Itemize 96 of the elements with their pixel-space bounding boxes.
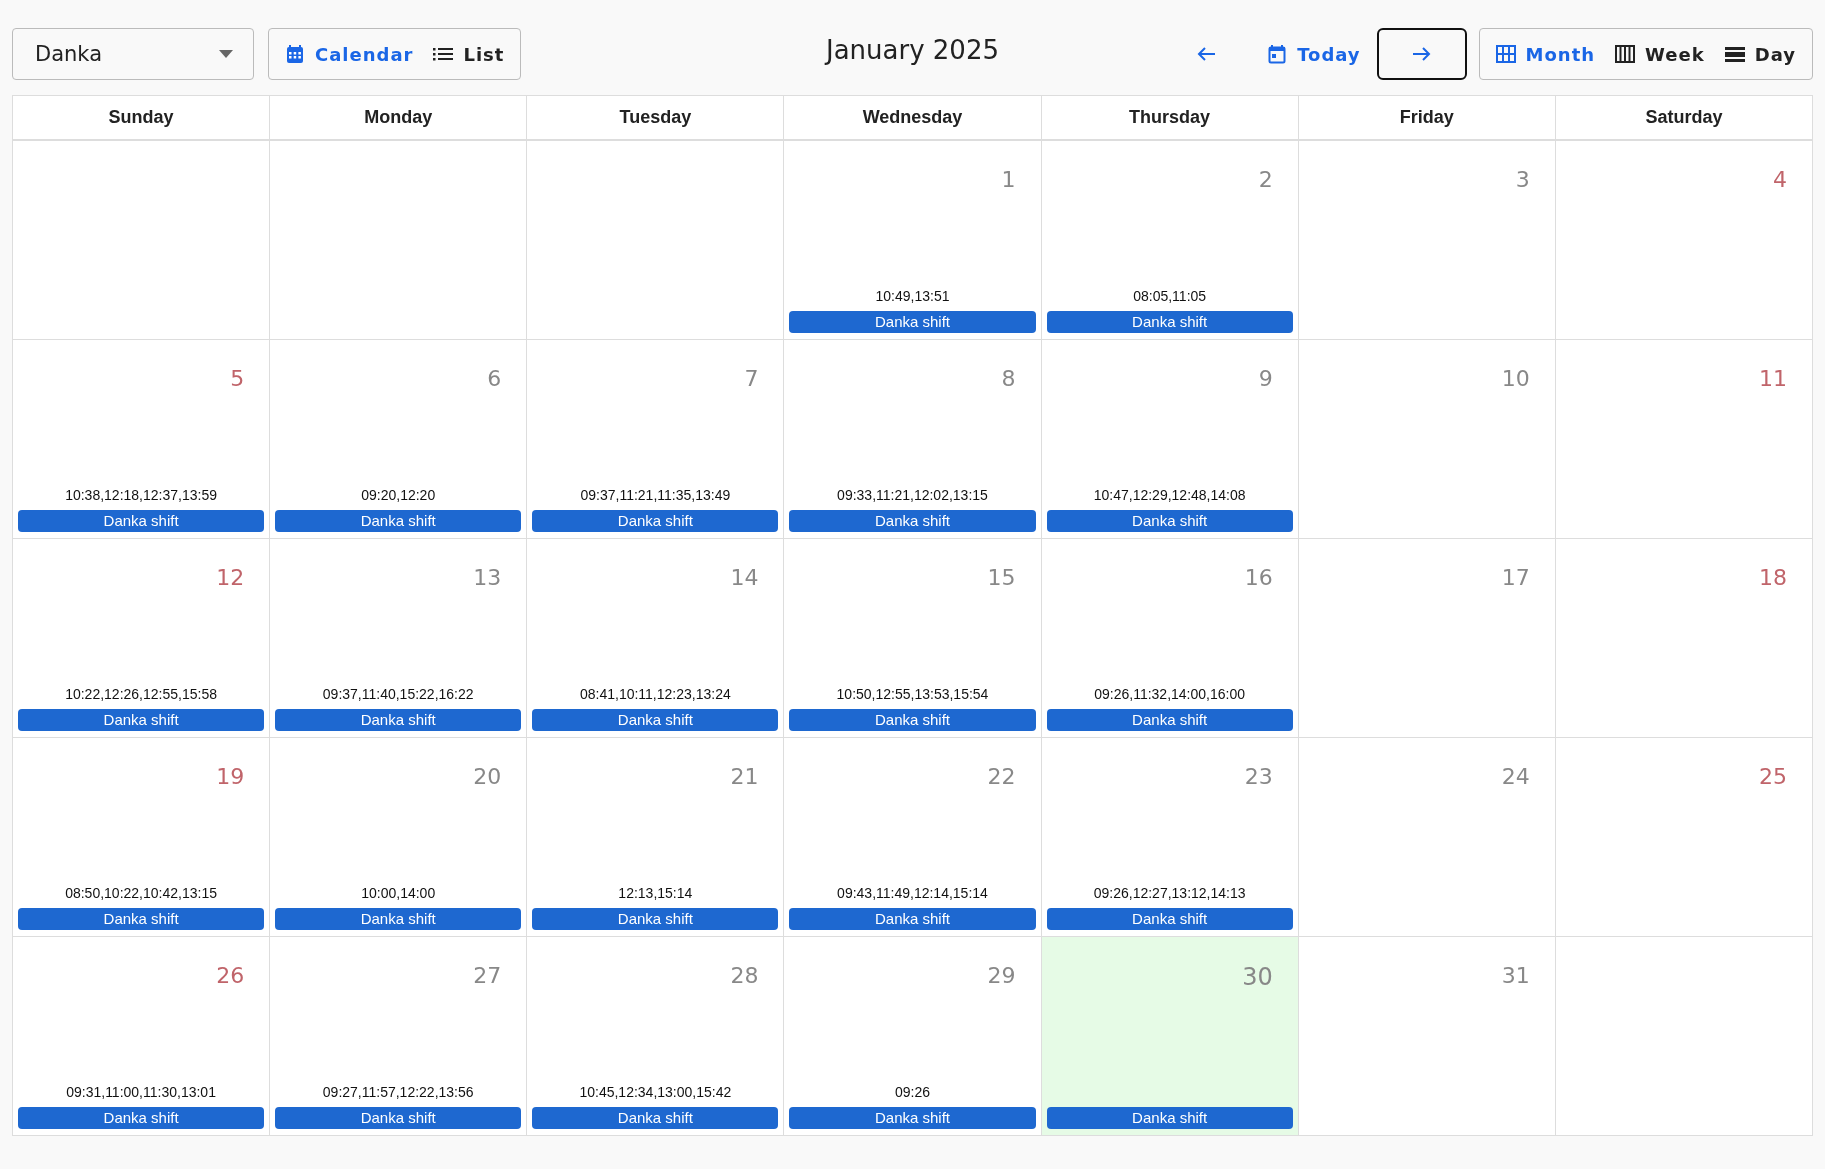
shift-event[interactable]: Danka shift xyxy=(532,709,779,731)
clock-times: 08:05,11:05 xyxy=(1132,288,1208,304)
day-number: 20 xyxy=(473,763,503,789)
clock-times: 09:37,11:40,15:22,16:22 xyxy=(321,686,475,702)
day-number: 18 xyxy=(1759,564,1788,590)
shift-event[interactable]: Danka shift xyxy=(18,1107,265,1129)
clock-times: 10:38,12:18,12:37,13:59 xyxy=(64,487,218,503)
day-number: 4 xyxy=(1773,166,1788,192)
next-button[interactable] xyxy=(1376,28,1467,80)
clock-times: 09:26,12:27,13:12,14:13 xyxy=(1092,885,1247,901)
shift-event[interactable]: Danka shift xyxy=(789,709,1036,731)
day-number: 13 xyxy=(473,564,503,590)
month-title: January 2025 xyxy=(826,35,999,65)
calendar-icon xyxy=(285,44,305,64)
shift-event[interactable]: Danka shift xyxy=(1046,1107,1293,1129)
day-number: 8 xyxy=(1001,365,1017,391)
day-number: 24 xyxy=(1501,763,1531,789)
left-arrow-icon xyxy=(1196,46,1217,62)
clock-times: 08:41,10:11,12:23,13:24 xyxy=(578,686,732,702)
today-button[interactable]: Today xyxy=(1263,35,1365,73)
weekday-header: Wednesday xyxy=(784,96,1042,141)
day-number: 16 xyxy=(1244,564,1274,590)
day-number: 25 xyxy=(1759,763,1788,789)
day-number: 3 xyxy=(1515,166,1531,192)
day-number: 22 xyxy=(987,763,1017,789)
day-number: 11 xyxy=(1759,365,1788,391)
grid-icon xyxy=(1495,45,1516,63)
clock-times: 09:27,11:57,12:22,13:56 xyxy=(321,1084,475,1100)
day-number: 6 xyxy=(487,365,503,391)
weekday-header: Saturday xyxy=(1555,96,1813,141)
clock-times: 09:33,11:21,12:02,13:15 xyxy=(836,487,989,503)
month-range-button[interactable]: Month xyxy=(1485,35,1606,73)
day-number: 15 xyxy=(987,564,1017,590)
day-number: 26 xyxy=(216,962,246,988)
calendar-icon xyxy=(1267,44,1288,64)
clock-times: 09:26 xyxy=(893,1084,931,1100)
caret-icon xyxy=(219,50,233,58)
shift-event[interactable]: Danka shift xyxy=(18,908,265,930)
day-number: 7 xyxy=(744,365,760,391)
shift-event[interactable]: Danka shift xyxy=(18,510,265,532)
clock-times: 10:47,12:29,12:48,14:08 xyxy=(1092,487,1247,503)
day-number: 23 xyxy=(1244,763,1274,789)
week-range-button[interactable]: Week xyxy=(1605,35,1715,73)
clock-times: 09:37,11:21,11:35,13:49 xyxy=(579,487,732,503)
shift-event[interactable]: Danka shift xyxy=(789,1107,1036,1129)
shift-event[interactable]: Danka shift xyxy=(532,510,779,532)
shift-event[interactable]: Danka shift xyxy=(1046,311,1293,333)
shift-event[interactable]: Danka shift xyxy=(18,709,265,731)
clock-times: 09:20,12:20 xyxy=(360,487,437,503)
shift-event[interactable]: Danka shift xyxy=(1046,908,1293,930)
day-number: 31 xyxy=(1501,962,1531,988)
list-view-button[interactable]: List xyxy=(423,35,515,73)
day-number: 12 xyxy=(216,564,246,590)
shift-event[interactable]: Danka shift xyxy=(275,510,522,532)
clock-times: 09:31,11:00,11:30,13:01 xyxy=(65,1084,217,1100)
day-number: 17 xyxy=(1501,564,1531,590)
day-number: 9 xyxy=(1258,365,1274,391)
list-icon xyxy=(433,46,454,62)
shift-event[interactable]: Danka shift xyxy=(275,1107,522,1129)
shift-event[interactable]: Danka shift xyxy=(789,311,1036,333)
shift-event[interactable]: Danka shift xyxy=(1046,709,1293,731)
clock-times: 10:22,12:26,12:55,15:58 xyxy=(64,686,218,702)
right-arrow-icon xyxy=(1411,46,1432,62)
clock-times: 09:26,11:32,14:00,16:00 xyxy=(1093,686,1246,702)
day-number: 21 xyxy=(730,763,760,789)
clock-times: 12:13,15:14 xyxy=(617,885,694,901)
day-number: 28 xyxy=(730,962,760,988)
clock-times: 10:50,12:55,13:53,15:54 xyxy=(835,686,990,702)
day-number: 27 xyxy=(473,962,503,988)
shift-event[interactable]: Danka shift xyxy=(275,709,522,731)
shift-event[interactable]: Danka shift xyxy=(532,908,779,930)
day-number: 5 xyxy=(230,365,246,391)
clock-times: 08:50,10:22,10:42,13:15 xyxy=(64,885,218,901)
shift-event[interactable]: Danka shift xyxy=(789,908,1036,930)
day-number: 19 xyxy=(216,763,246,789)
day-number: 29 xyxy=(987,962,1017,988)
calendar-view-button[interactable]: Calendar xyxy=(275,35,424,73)
weekday-header: Friday xyxy=(1298,96,1556,141)
shift-event[interactable]: Danka shift xyxy=(789,510,1036,532)
person-select[interactable]: Danka xyxy=(12,28,254,80)
day-number: 30 xyxy=(1242,962,1274,991)
day-number: 1 xyxy=(1001,166,1017,192)
clock-times: 10:45,12:34,13:00,15:42 xyxy=(578,1084,733,1100)
day-number: 10 xyxy=(1501,365,1531,391)
shift-event[interactable]: Danka shift xyxy=(275,908,522,930)
day-number: 2 xyxy=(1258,166,1274,192)
day-number: 14 xyxy=(730,564,760,590)
shift-event[interactable]: Danka shift xyxy=(1046,510,1293,532)
clock-times: 10:00,14:00 xyxy=(360,885,437,901)
columns-icon xyxy=(1615,45,1636,63)
clock-times: 09:43,11:49,12:14,15:14 xyxy=(836,885,989,901)
clock-times: 10:49,13:51 xyxy=(874,288,951,304)
day-range-button[interactable]: Day xyxy=(1714,35,1806,73)
rows-icon xyxy=(1724,46,1745,62)
shift-event[interactable]: Danka shift xyxy=(532,1107,779,1129)
weekday-header: Thursday xyxy=(1041,96,1299,141)
